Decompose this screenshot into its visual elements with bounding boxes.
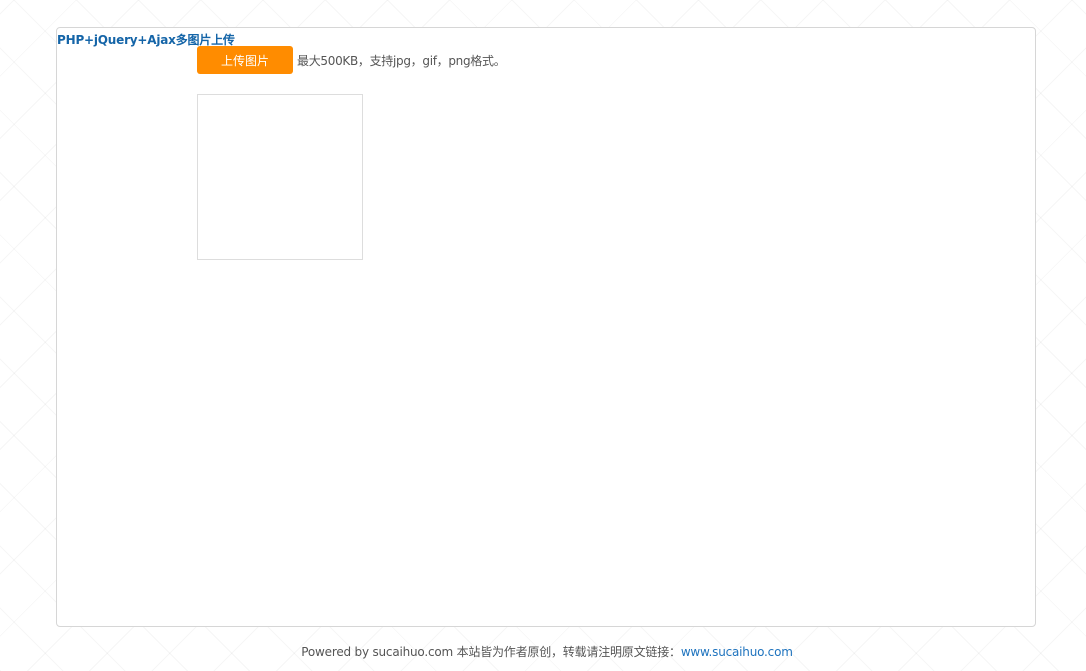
- upload-images-button[interactable]: 上传图片: [197, 46, 293, 74]
- footer: Powered by sucaihuo.com 本站皆为作者原创，转载请注明原文…: [0, 643, 1086, 660]
- upload-panel: PHP+jQuery+Ajax多图片上传 上传图片 最大500KB，支持jpg，…: [56, 27, 1036, 627]
- upload-hint: 最大500KB，支持jpg，gif，png格式。: [297, 53, 506, 68]
- upload-row: 上传图片 最大500KB，支持jpg，gif，png格式。: [197, 46, 506, 74]
- image-preview-box: [197, 94, 363, 260]
- footer-link[interactable]: www.sucaihuo.com: [681, 645, 793, 659]
- footer-text: Powered by sucaihuo.com 本站皆为作者原创，转载请注明原文…: [301, 645, 681, 659]
